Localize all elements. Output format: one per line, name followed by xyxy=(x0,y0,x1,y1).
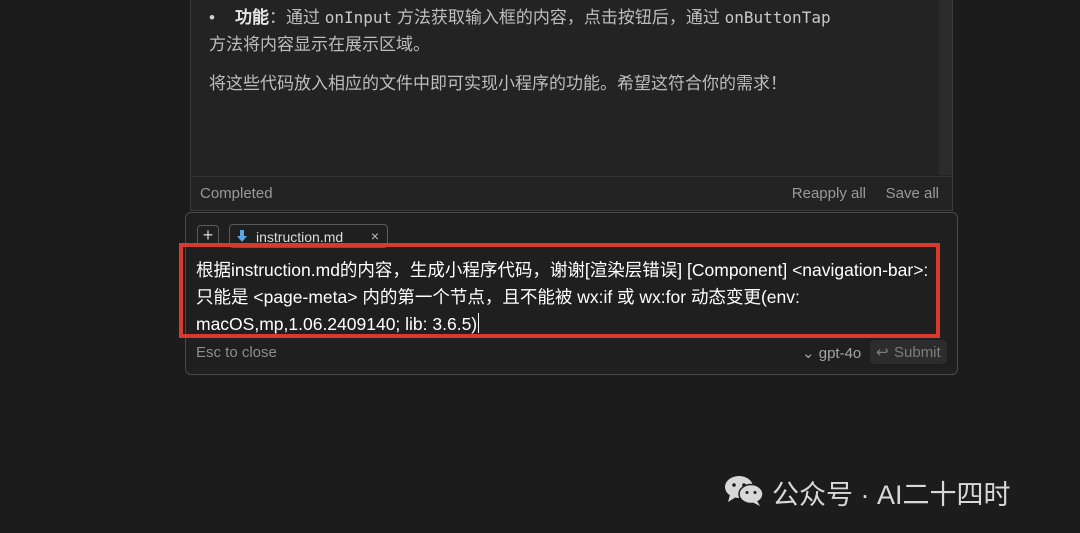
save-all-button[interactable]: Save all xyxy=(886,185,939,202)
response-content: • 功能：通过 onInput 方法获取输入框的内容，点击按钮后，通过 onBu… xyxy=(191,0,939,175)
bullet-mid: 方法获取输入框的内容，点击按钮后，通过 xyxy=(392,8,725,27)
status-text: Completed xyxy=(200,185,273,202)
esc-hint: Esc to close xyxy=(196,344,277,361)
markdown-file-icon xyxy=(237,230,247,242)
bullet-sep: ：通过 xyxy=(269,8,325,27)
ai-response-panel: • 功能：通过 onInput 方法获取输入框的内容，点击按钮后，通过 onBu… xyxy=(190,0,953,211)
prompt-value: 根据instruction.md的内容，生成小程序代码，谢谢[渲染层错误] [C… xyxy=(196,260,934,334)
bullet-dot: • xyxy=(209,8,215,27)
status-bar: Completed Reapply all Save all xyxy=(191,176,952,210)
model-selector[interactable]: ⌄ gpt-4o xyxy=(802,344,861,362)
context-file-chip[interactable]: instruction.md × xyxy=(229,224,388,248)
file-chip-label: instruction.md xyxy=(256,229,344,245)
wechat-logo-icon xyxy=(725,476,764,506)
chat-composer: + instruction.md × 根据instruction.md的内容，生… xyxy=(185,212,958,375)
add-context-button[interactable]: + xyxy=(197,225,219,247)
code-oninput: onInput xyxy=(324,8,393,27)
closing-paragraph: 将这些代码放入相应的文件中即可实现小程序的功能。希望这符合你的需求！ xyxy=(209,74,787,93)
prompt-input[interactable]: 根据instruction.md的内容，生成小程序代码，谢谢[渲染层错误] [C… xyxy=(196,257,948,338)
bullet-continuation: 方法将内容显示在展示区域。 xyxy=(209,35,430,54)
bullet-label: 功能 xyxy=(235,8,269,27)
watermark-text: 公众号 · AI二十四时 xyxy=(772,480,1011,510)
reapply-all-button[interactable]: Reapply all xyxy=(792,185,866,202)
text-caret xyxy=(478,313,480,333)
bullet-text: 功能：通过 onInput 方法获取输入框的内容，点击按钮后，通过 onButt… xyxy=(235,4,831,31)
submit-button[interactable]: ↩ Submit xyxy=(870,340,947,364)
close-icon[interactable]: × xyxy=(371,228,379,244)
scrollbar[interactable] xyxy=(939,0,952,175)
submit-label: Submit xyxy=(894,344,941,361)
code-onbuttontap: onButtonTap xyxy=(724,8,831,27)
enter-icon: ↩ xyxy=(876,344,889,361)
